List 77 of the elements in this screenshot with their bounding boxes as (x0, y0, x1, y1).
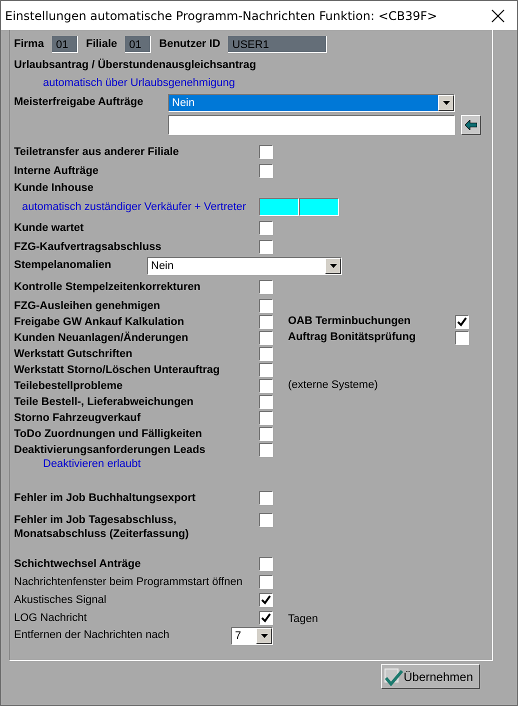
option-label: Werkstatt Storno/Löschen Unterauftrag (14, 363, 221, 377)
checkbox[interactable] (455, 315, 469, 329)
option-label: FZG-Kaufvertragsabschluss (14, 240, 162, 254)
option-label: Kunden Neuanlagen/Änderungen (14, 330, 190, 345)
field-label: Benutzer ID (159, 38, 220, 50)
option-label: Kunde wartet (14, 221, 85, 235)
option-label: FZG-Ausleihen genehmigen (14, 299, 162, 313)
input-field[interactable] (299, 198, 339, 216)
dropdown[interactable]: Nein (168, 94, 455, 112)
option-label: Freigabe GW Ankauf Kalkulation (14, 315, 186, 329)
checkbox[interactable] (259, 491, 273, 505)
checkbox[interactable] (259, 164, 273, 178)
input-field[interactable] (168, 115, 455, 135)
arrow-button[interactable] (461, 115, 481, 135)
checkbox[interactable] (259, 557, 273, 571)
option-label: LOG Nachricht (14, 611, 88, 625)
field-label: Stempelanomalien (14, 258, 112, 272)
left-arrow-icon (465, 120, 477, 130)
id-field: 01 (125, 36, 152, 52)
option-label: Teile Bestell-, Lieferabweichungen (14, 395, 195, 409)
section-heading: Urlaubsantrag / Überstundenausgleichsantrag (14, 58, 258, 72)
checkbox[interactable] (259, 395, 273, 409)
dropdown[interactable]: Nein (147, 257, 342, 275)
option-label: Fehler im Job Buchhaltungsexport (14, 491, 197, 505)
field-label: Filiale (86, 38, 118, 50)
checkbox[interactable] (259, 611, 273, 625)
dropdown[interactable]: 7 (231, 627, 273, 645)
window-title: Einstellungen automatische Programm-Nachrichten Funktion: <CB39F> (5, 8, 438, 22)
id-field: 01 (52, 36, 78, 52)
option-label: OAB Terminbuchungen (288, 314, 412, 328)
option-label: Storno Fahrzeugverkauf (14, 411, 142, 425)
option-label: Werkstatt Gutschriften (14, 347, 134, 361)
checkmark-icon (384, 668, 404, 686)
checkbox[interactable] (259, 443, 273, 457)
checkbox[interactable] (259, 379, 273, 393)
checkbox[interactable] (259, 315, 273, 329)
hint-text: Tagen (288, 613, 318, 625)
note-text: Deaktivieren erlaubt (43, 458, 141, 470)
checkbox[interactable] (259, 240, 273, 254)
checkbox[interactable] (259, 363, 273, 377)
section-heading: Kunde Inhouse (14, 181, 94, 195)
checkbox[interactable] (259, 427, 273, 441)
note-text: automatisch zuständiger Verkäufer + Vertreter (21, 201, 248, 213)
field-label: Firma (14, 38, 44, 50)
caret-icon (260, 634, 268, 638)
checkbox[interactable] (259, 299, 273, 313)
checkbox[interactable] (259, 513, 273, 527)
checkbox[interactable] (259, 331, 273, 345)
note-text: automatisch über Urlaubsgenehmigung (43, 77, 236, 89)
id-field: USER1 (228, 36, 328, 52)
option-label: Schichtwechsel Anträge (14, 557, 142, 571)
option-label: Deaktivierungsanforderungen Leads (14, 443, 206, 457)
option-label: ToDo Zuordnungen und Fälligkeiten (14, 427, 203, 441)
field-label: Meisterfreigabe Aufträge (14, 95, 144, 109)
input-field[interactable] (259, 198, 299, 216)
checkbox[interactable] (259, 411, 273, 425)
option-label: Akustisches Signal (14, 593, 108, 607)
caret-icon (442, 101, 450, 105)
checkbox[interactable] (259, 145, 273, 159)
option-label: Nachrichtenfenster beim Programmstart öffnen (14, 575, 244, 589)
option-label: Teiletransfer aus anderer Filiale (14, 145, 180, 159)
checkbox[interactable] (259, 347, 273, 361)
checkbox[interactable] (259, 593, 273, 607)
caret-icon (330, 264, 336, 268)
checkbox[interactable] (455, 331, 469, 345)
checkbox[interactable] (259, 575, 273, 589)
option-label: Auftrag Bonitätsprüfung (288, 330, 417, 344)
option-label: Interne Aufträge (14, 164, 100, 178)
checkbox[interactable] (259, 280, 273, 294)
option-label: Kontrolle Stempelzeitenkorrekturen (14, 280, 202, 294)
field-label: Entfernen der Nachrichten nach (14, 628, 170, 642)
checkbox[interactable] (259, 221, 273, 235)
close-icon[interactable] (491, 8, 505, 22)
apply-button[interactable]: Übernehmen (380, 664, 480, 689)
hint-text: (externe Systeme) (288, 379, 378, 391)
option-label: Teilebestellprobleme (14, 379, 124, 393)
option-label: Fehler im Job Tagesabschluss, Monatsabschluss (Zeiterfassung) (14, 513, 190, 541)
